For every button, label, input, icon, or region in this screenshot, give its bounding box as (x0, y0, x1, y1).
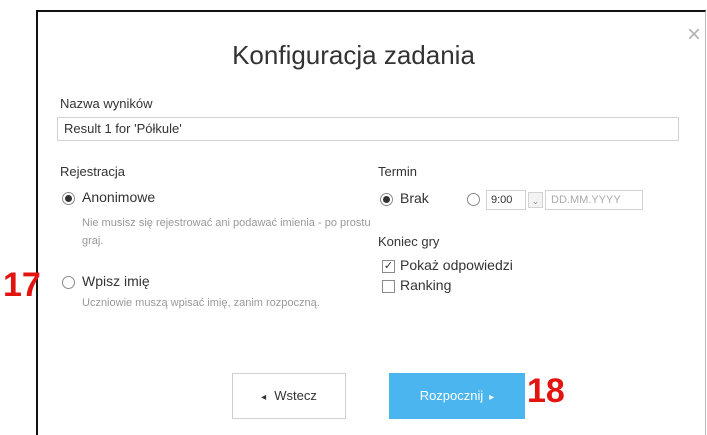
start-button[interactable]: Rozpocznij ▸ (389, 373, 525, 419)
chevron-left-icon: ◂ (261, 392, 267, 403)
radio-enter-name[interactable] (62, 276, 75, 289)
checkbox-ranking-label[interactable]: Ranking (400, 277, 451, 293)
checkbox-show-answers[interactable]: ✓ (382, 260, 395, 273)
annotation-step-17: 17 (3, 266, 41, 304)
dialog-title: Konfiguracja zadania (232, 40, 475, 70)
radio-deadline-none-label[interactable]: Brak (400, 190, 429, 206)
radio-enter-name-label[interactable]: Wpisz imię (82, 273, 150, 289)
radio-deadline-date[interactable] (467, 193, 480, 206)
annotation-step-18: 18 (527, 372, 565, 410)
radio-deadline-none[interactable] (380, 193, 393, 206)
back-button[interactable]: ◂ Wstecz (232, 373, 346, 419)
radio-anonymous[interactable] (62, 192, 75, 205)
chevron-right-icon: ▸ (489, 392, 495, 403)
start-button-label: Rozpocznij (419, 388, 484, 403)
checkbox-show-answers-label[interactable]: Pokaż odpowiedzi (400, 257, 513, 273)
radio-anonymous-label[interactable]: Anonimowe (82, 189, 155, 205)
results-name-label: Nazwa wyników (60, 96, 153, 111)
enter-name-hint: Uczniowie muszą wpisać imię, zanim rozpo… (82, 297, 320, 309)
deadline-label: Termin (378, 164, 418, 179)
back-button-label: Wstecz (274, 388, 317, 403)
time-select[interactable]: 9:00 (486, 190, 526, 210)
results-name-input[interactable]: Result 1 for 'Półkule' (57, 117, 679, 141)
anonymous-hint: Nie musisz się rejestrować ani podawać i… (82, 217, 371, 247)
game-end-label: Koniec gry (378, 234, 440, 249)
registration-label: Rejestracja (60, 164, 126, 179)
checkbox-ranking[interactable] (382, 280, 395, 293)
date-input[interactable]: DD.MM.YYYY (545, 190, 643, 210)
chevron-down-icon[interactable]: ⌄ (528, 192, 543, 208)
